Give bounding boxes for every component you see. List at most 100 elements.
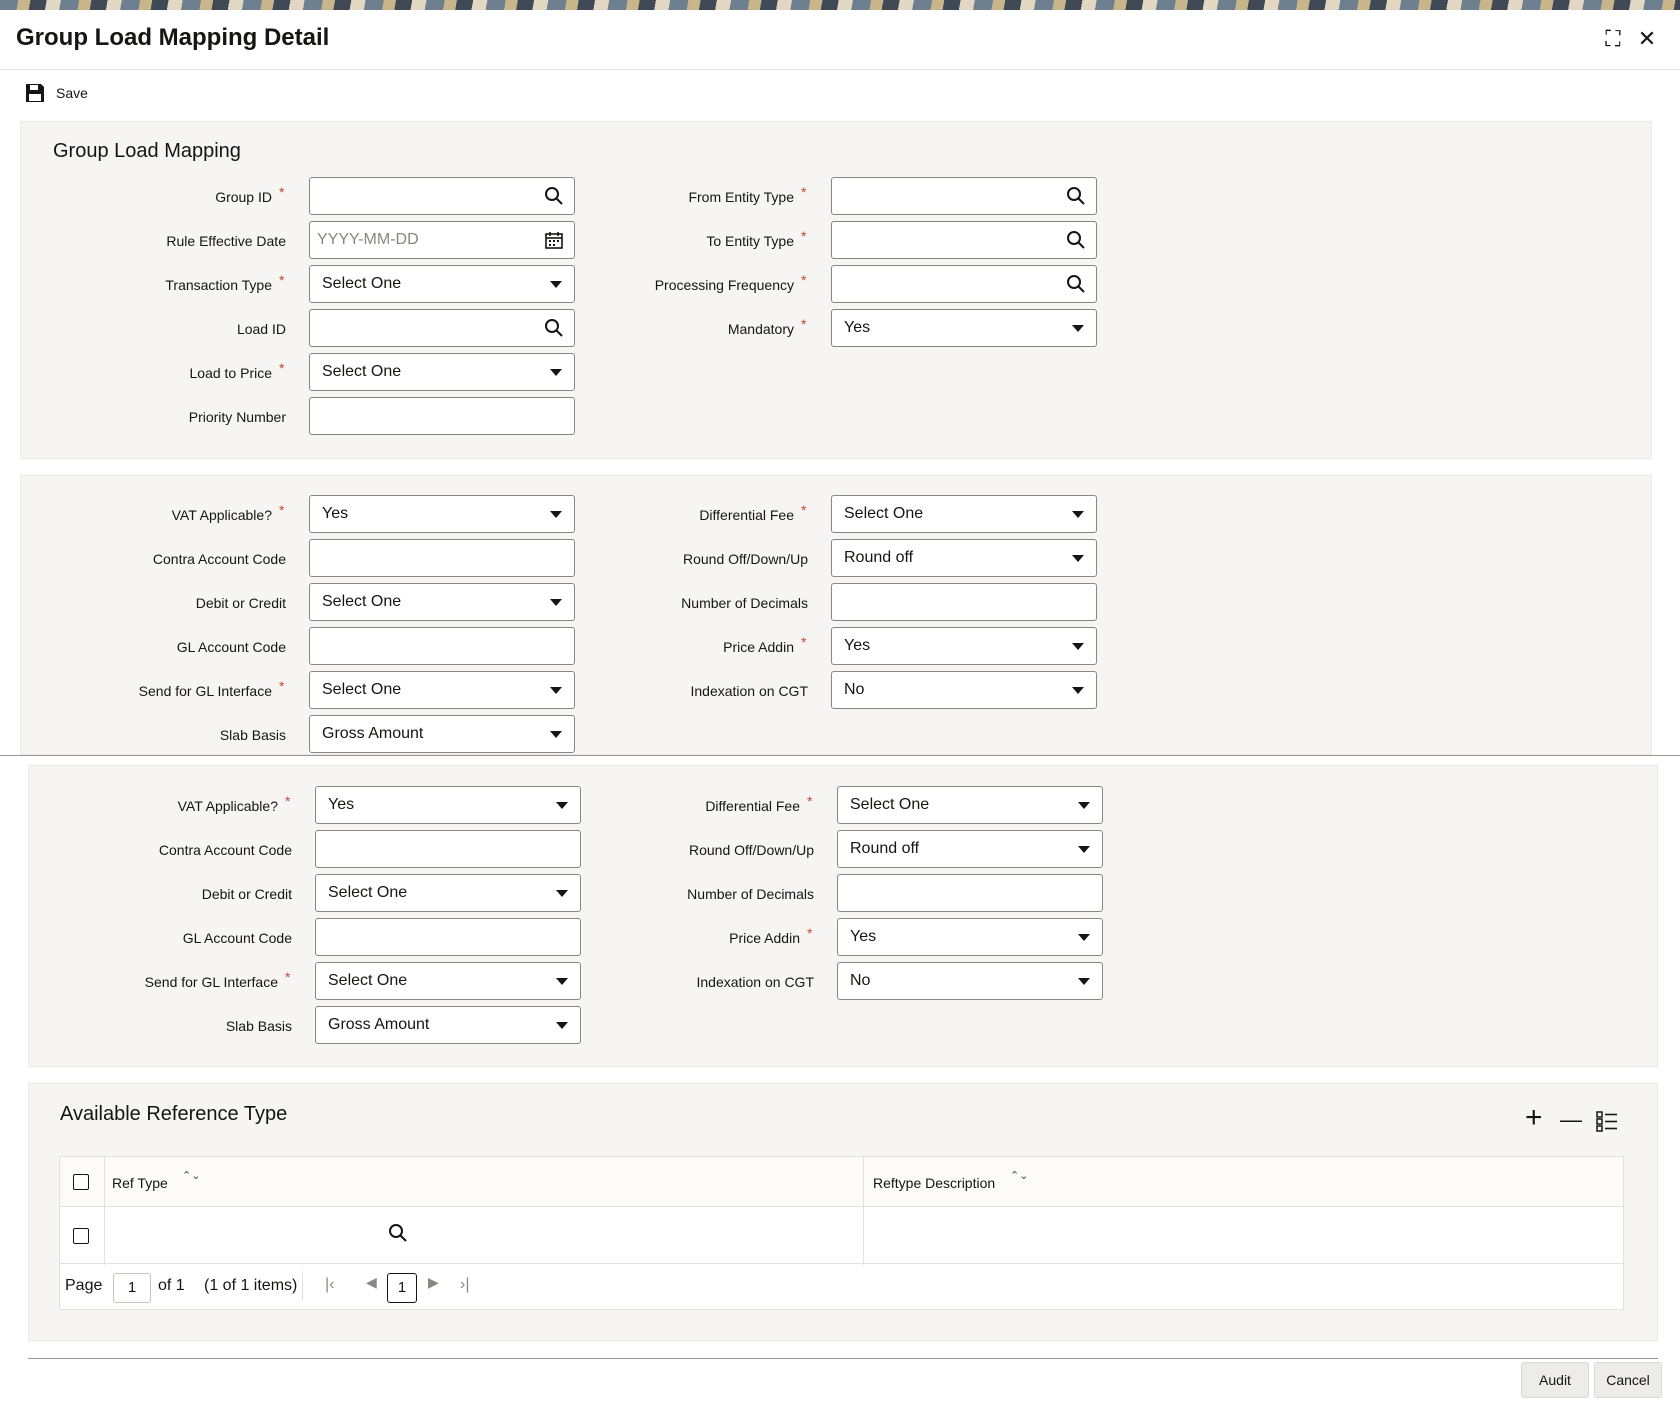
- floppy-disk-icon: [26, 84, 44, 102]
- maximize-icon[interactable]: ⛶: [1600, 26, 1626, 52]
- indexation-on-cgt-select[interactable]: No: [837, 962, 1103, 1000]
- debit-or-credit-select[interactable]: Select One: [315, 874, 581, 912]
- differential-fee-value: Select One: [844, 505, 924, 522]
- first-page-icon[interactable]: |‹: [325, 1276, 334, 1294]
- load-to-price-select[interactable]: Select One: [309, 353, 575, 391]
- search-icon[interactable]: [1066, 230, 1086, 250]
- search-icon[interactable]: [1066, 274, 1086, 294]
- load-to-price-value: Select One: [322, 363, 402, 380]
- sort-icon[interactable]: ⌃⌄: [1010, 1171, 1028, 1182]
- contra-account-code-input[interactable]: [315, 830, 581, 868]
- close-icon[interactable]: ✕: [1634, 26, 1660, 52]
- indexation-on-cgt-label: Indexation on CGT: [690, 683, 808, 699]
- select-all-checkbox[interactable]: [73, 1174, 89, 1190]
- slab-basis-value: Gross Amount: [322, 725, 424, 742]
- slab-basis-label: Slab Basis: [225, 1018, 292, 1034]
- column-list-icon[interactable]: [1596, 1110, 1618, 1132]
- indexation-on-cgt-value: No: [844, 681, 865, 698]
- page-label: Page: [65, 1277, 103, 1294]
- required-marker: *: [801, 228, 807, 244]
- round-off-label: Round Off/Down/Up: [682, 551, 808, 567]
- column-divider: [104, 1157, 105, 1265]
- gl-account-code-label: GL Account Code: [176, 639, 286, 655]
- differential-fee-label: Differential Fee: [699, 507, 794, 523]
- transaction-type-value: Select One: [322, 275, 402, 292]
- round-off-select[interactable]: Round off: [831, 539, 1097, 577]
- save-label: Save: [56, 85, 88, 101]
- last-page-icon[interactable]: ›|: [460, 1276, 469, 1294]
- page-of-label: of 1: [158, 1277, 185, 1294]
- save-button[interactable]: Save: [24, 82, 88, 104]
- search-icon[interactable]: [1066, 186, 1086, 206]
- search-icon[interactable]: [388, 1223, 408, 1243]
- send-for-gl-interface-value: Select One: [322, 681, 402, 698]
- row-checkbox[interactable]: [73, 1228, 89, 1244]
- cancel-button[interactable]: Cancel: [1594, 1362, 1662, 1398]
- required-marker: *: [285, 793, 291, 809]
- delete-row-icon[interactable]: —: [1560, 1105, 1582, 1135]
- toolbar: Save: [0, 70, 1680, 118]
- price-addin-select[interactable]: Yes: [837, 918, 1103, 956]
- transaction-type-label: Transaction Type: [165, 277, 272, 293]
- vat-applicable-value: Yes: [322, 505, 349, 522]
- send-for-gl-interface-select[interactable]: Select One: [315, 962, 581, 1000]
- section-title-reference: Available Reference Type: [60, 1103, 288, 1125]
- number-of-decimals-input[interactable]: [831, 583, 1097, 621]
- prev-page-icon[interactable]: ◀: [366, 1274, 377, 1291]
- send-for-gl-interface-select[interactable]: Select One: [309, 671, 575, 709]
- number-of-decimals-input[interactable]: [837, 874, 1103, 912]
- differential-fee-select[interactable]: Select One: [837, 786, 1103, 824]
- required-marker: *: [279, 272, 285, 288]
- pager-divider: [302, 1271, 303, 1301]
- debit-or-credit-select[interactable]: Select One: [309, 583, 575, 621]
- chevron-down-icon: [1078, 802, 1090, 809]
- contra-account-code-label: Contra Account Code: [158, 842, 292, 858]
- vat-applicable-label: VAT Applicable?: [171, 507, 272, 523]
- chevron-down-icon: [1078, 846, 1090, 853]
- slab-basis-select[interactable]: Gross Amount: [315, 1006, 581, 1044]
- differential-fee-select[interactable]: Select One: [831, 495, 1097, 533]
- sort-icon[interactable]: ⌃⌄: [182, 1171, 200, 1182]
- debit-or-credit-value: Select One: [328, 884, 408, 901]
- price-addin-select[interactable]: Yes: [831, 627, 1097, 665]
- debit-or-credit-value: Select One: [322, 593, 402, 610]
- differential-fee-label: Differential Fee: [705, 798, 800, 814]
- mandatory-label: Mandatory: [727, 321, 794, 337]
- section-title-mapping: Group Load Mapping: [53, 140, 241, 162]
- chevron-down-icon: [1078, 934, 1090, 941]
- indexation-on-cgt-value: No: [850, 972, 871, 989]
- required-marker: *: [801, 272, 807, 288]
- chevron-down-icon: [1072, 687, 1084, 694]
- price-addin-label: Price Addin: [729, 930, 800, 946]
- contra-account-code-input[interactable]: [309, 539, 575, 577]
- required-marker: *: [279, 360, 285, 376]
- current-page[interactable]: 1: [387, 1273, 417, 1303]
- col-header-reftype-description: Reftype Description: [873, 1175, 996, 1191]
- next-page-icon[interactable]: ▶: [428, 1274, 439, 1291]
- debit-or-credit-label: Debit or Credit: [195, 595, 286, 611]
- audit-button[interactable]: Audit: [1521, 1362, 1589, 1398]
- required-marker: *: [279, 184, 285, 200]
- from-entity-type-label: From Entity Type: [688, 189, 794, 205]
- indexation-on-cgt-select[interactable]: No: [831, 671, 1097, 709]
- column-divider: [863, 1157, 864, 1265]
- to-entity-type-input[interactable]: [831, 221, 1097, 259]
- round-off-select[interactable]: Round off: [837, 830, 1103, 868]
- page-title: Group Load Mapping Detail: [16, 24, 330, 51]
- from-entity-type-input[interactable]: [831, 177, 1097, 215]
- price-addin-value: Yes: [844, 637, 871, 654]
- mandatory-value: Yes: [844, 319, 871, 336]
- chevron-down-icon: [1072, 555, 1084, 562]
- priority-number-input[interactable]: [309, 397, 575, 435]
- load-id-label: Load ID: [236, 321, 286, 337]
- round-off-label: Round Off/Down/Up: [688, 842, 814, 858]
- processing-frequency-input[interactable]: [831, 265, 1097, 303]
- page-number-input[interactable]: 1: [113, 1273, 151, 1303]
- title-bar: Group Load Mapping Detail ⛶ ✕: [0, 10, 1680, 70]
- price-addin-label: Price Addin: [723, 639, 794, 655]
- slab-basis-select[interactable]: Gross Amount: [309, 715, 575, 753]
- rule-effective-date-label: Rule Effective Date: [166, 233, 286, 249]
- add-row-icon[interactable]: +: [1525, 1103, 1543, 1133]
- header-decor-band: [0, 0, 1680, 10]
- mandatory-select[interactable]: Yes: [831, 309, 1097, 347]
